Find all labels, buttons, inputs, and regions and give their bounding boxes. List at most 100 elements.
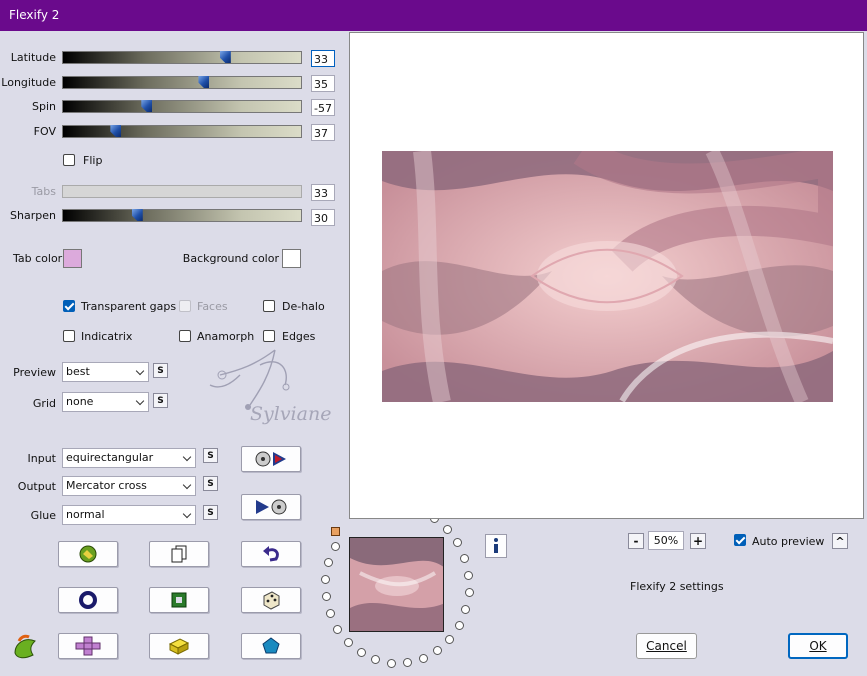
orientation-dot[interactable] [333,624,343,634]
orientation-dot[interactable] [321,575,331,585]
orientation-dot[interactable] [356,648,366,658]
input-label: Input [27,452,56,465]
flip-label: Flip [83,154,103,167]
load-preset-button[interactable] [58,541,118,567]
spin-slider[interactable] [62,100,302,113]
brick-icon [168,638,190,655]
orientation-dot[interactable] [371,655,381,665]
frame-icon [171,592,187,608]
anamorph-checkbox[interactable] [179,330,191,342]
output-combo-value: Mercator cross [66,479,147,492]
orientation-dot[interactable] [325,609,335,619]
pentagon-button[interactable] [241,633,301,659]
latitude-label: Latitude [10,51,56,64]
cancel-button[interactable]: Cancel [636,633,697,659]
background-color-swatch[interactable] [282,249,301,268]
sharpen-slider[interactable] [62,209,302,222]
orientation-dot[interactable] [343,637,353,647]
orientation-dot[interactable] [324,557,334,567]
output-combo[interactable]: Mercator cross [62,476,196,496]
input-s-button[interactable]: S [203,448,218,463]
spin-value-field[interactable]: -57 [311,99,335,116]
preview-combo[interactable]: best [62,362,149,382]
plus-shape-button[interactable] [58,633,118,659]
orientation-dot[interactable] [403,658,413,668]
brick-button[interactable] [149,633,209,659]
orientation-dot[interactable] [418,653,428,663]
zoom-out-button[interactable]: - [628,533,644,549]
glue-combo[interactable]: normal [62,505,196,525]
orientation-dot[interactable] [445,634,455,644]
indicatrix-checkbox[interactable] [63,330,75,342]
preview-image [382,151,833,402]
grid-combo[interactable]: none [62,392,149,412]
ring-button[interactable] [58,587,118,613]
latitude-value-field[interactable]: 33 [311,50,335,67]
longitude-slider-thumb[interactable] [198,76,210,88]
fov-slider-thumb[interactable] [110,125,122,137]
latitude-slider[interactable] [62,51,302,64]
grid-label: Grid [32,397,56,410]
fov-value-field[interactable]: 37 [311,124,335,141]
auto-preview-label: Auto preview [752,535,825,548]
pentagon-icon [262,637,280,654]
input-combo[interactable]: equirectangular [62,448,196,468]
preview-s-button[interactable]: S [153,363,168,378]
chevron-down-icon [135,396,145,406]
orientation-dot[interactable] [330,542,340,551]
ok-button[interactable]: OK [788,633,848,659]
info-button[interactable] [485,534,507,558]
undo-button[interactable] [241,541,301,567]
orientation-dot[interactable] [386,658,396,668]
output-s-button[interactable]: S [203,476,218,491]
spin-slider-thumb[interactable] [141,100,153,112]
sharpen-slider-thumb[interactable] [131,209,143,221]
flip-checkbox[interactable] [63,154,75,166]
orientation-dot[interactable] [432,645,442,655]
tab-color-swatch[interactable] [63,249,82,268]
frame-button[interactable] [149,587,209,613]
auto-preview-checkbox[interactable] [734,534,746,546]
copy-button[interactable] [149,541,209,567]
output-convert-button[interactable] [241,494,301,520]
preview-area [349,32,864,519]
thumbnail-image [350,538,443,631]
orientation-dot[interactable] [464,570,474,580]
grid-combo-value: none [66,395,94,408]
orientation-thumbnail[interactable] [349,537,444,632]
settings-name: Flexify 2 settings [630,580,724,593]
edges-checkbox[interactable] [263,330,275,342]
glue-s-button[interactable]: S [203,505,218,520]
tabs-value-field[interactable]: 33 [311,184,335,201]
output-label: Output [17,480,56,493]
latitude-slider-thumb[interactable] [219,51,231,63]
faces-label: Faces [197,300,228,313]
input-convert-button[interactable] [241,446,301,472]
zoom-in-button[interactable]: + [690,533,706,549]
collapse-button[interactable]: ^ [832,533,848,549]
sharpen-value-field[interactable]: 30 [311,209,335,226]
orientation-dot[interactable] [461,605,471,615]
de-halo-checkbox[interactable] [263,300,275,312]
transparent-gaps-checkbox[interactable] [63,300,75,312]
zoom-level-field[interactable]: 50% [648,531,684,550]
window-title: Flexify 2 [9,8,60,22]
sharpen-label: Sharpen [10,209,56,222]
chevron-down-icon [182,452,192,462]
orientation-dot[interactable] [454,620,464,630]
fov-slider[interactable] [62,125,302,138]
orientation-dot[interactable] [443,524,452,534]
orientation-dot[interactable] [464,588,474,598]
output-convert-icon [256,499,287,515]
longitude-slider[interactable] [62,76,302,89]
longitude-value-field[interactable]: 35 [311,75,335,92]
input-combo-value: equirectangular [66,451,154,464]
orientation-dot[interactable] [453,538,463,548]
orientation-dot[interactable] [460,553,470,563]
ring-icon [79,591,97,609]
app-logo-icon [14,634,36,659]
edges-label: Edges [282,330,316,343]
orientation-dot[interactable] [321,592,331,602]
random-button[interactable] [241,587,301,613]
grid-s-button[interactable]: S [153,393,168,408]
